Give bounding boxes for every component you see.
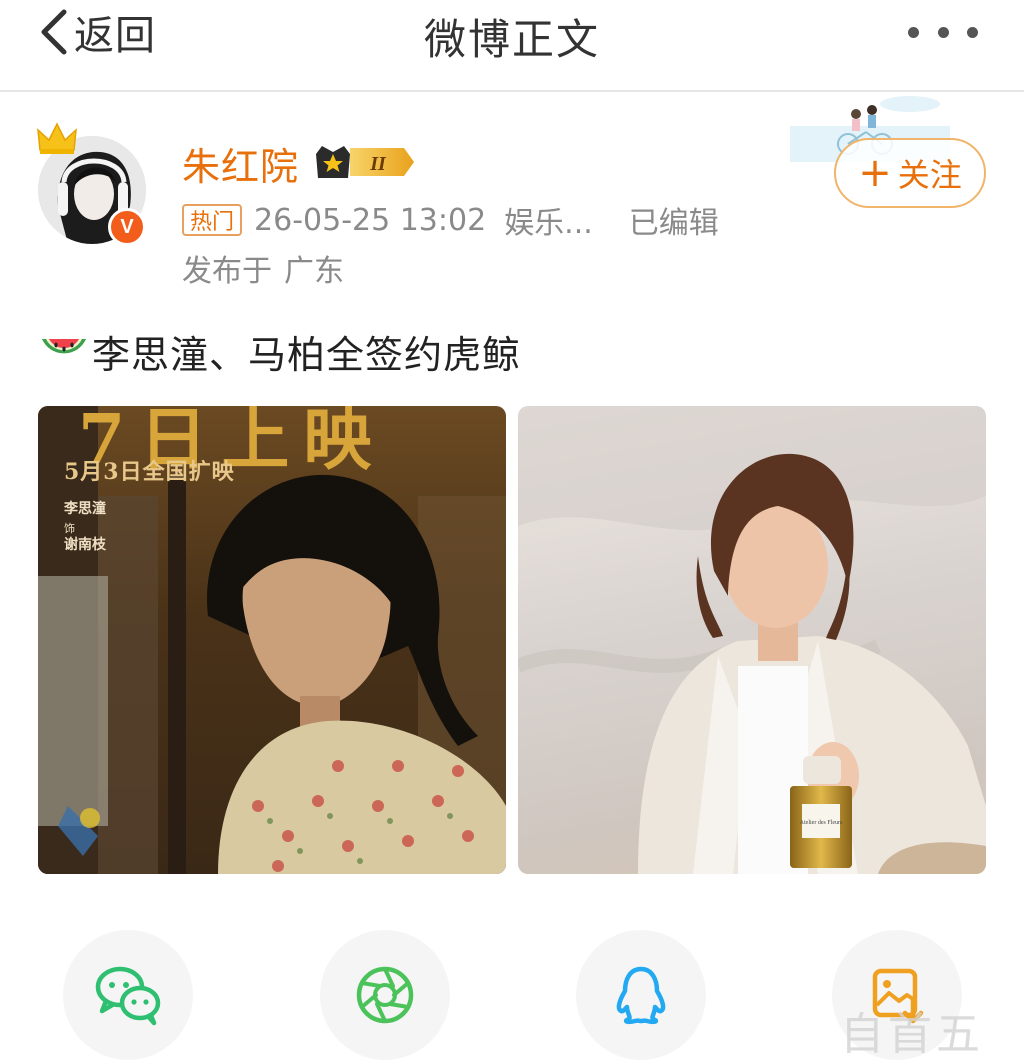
follow-label: 关注 — [897, 156, 962, 194]
poster-role: 谢南枝 — [64, 537, 106, 553]
author-name[interactable]: 朱红院 — [182, 136, 299, 191]
page-title: 微博正文 — [423, 15, 600, 64]
share-moments-button[interactable] — [320, 930, 450, 1060]
post-content: 李思潼、马柏全签约虎鲸 — [38, 324, 521, 378]
verified-badge: V — [108, 208, 146, 246]
wechat-icon — [95, 966, 161, 1026]
more-options-button[interactable] — [908, 20, 978, 44]
follow-button[interactable]: + 关注 — [834, 138, 986, 208]
navbar: 返回 微博正文 — [0, 0, 1024, 92]
more-dot-icon — [937, 26, 949, 38]
perfume-ad-illustration: Atelier des Fleurs — [518, 406, 986, 874]
poster-actor: 李思潼 — [64, 501, 106, 517]
save-image-button[interactable] — [832, 930, 962, 1060]
vip-level-number: II — [369, 153, 387, 175]
plus-icon: + — [858, 150, 892, 196]
poster-date: 5月3日全国扩映 — [64, 459, 235, 485]
post-location: 发布于 广东 — [182, 246, 344, 290]
post-image-1[interactable]: 7日上映 5月3日全国扩映 李思潼 饰 谢南枝 — [38, 406, 506, 874]
location-prefix: 发布于 — [182, 254, 272, 289]
post-time: 26-05-25 13:02 — [254, 202, 487, 238]
qq-icon — [616, 966, 666, 1025]
post-image-2[interactable]: Atelier des Fleurs — [518, 406, 986, 874]
moments-icon — [356, 966, 414, 1024]
crown-icon — [37, 122, 77, 154]
post-source[interactable]: 娱乐... — [504, 198, 593, 242]
perfume-bottle-label: Atelier des Fleurs — [800, 820, 843, 826]
author-avatar[interactable]: V — [36, 120, 152, 250]
edited-label[interactable]: 已编辑 — [629, 198, 719, 242]
save-image-icon — [872, 968, 924, 1024]
more-dot-icon — [967, 26, 978, 38]
location-value: 广东 — [284, 254, 344, 289]
vip-level-badge: II — [316, 146, 414, 178]
share-row — [0, 930, 1024, 1063]
share-qq-button[interactable] — [576, 930, 706, 1060]
more-dot-icon — [908, 26, 919, 38]
post-meta: 热门 26-05-25 13:02 娱乐... 已编辑 — [182, 198, 719, 242]
post-text: 李思潼、马柏全签约虎鲸 — [92, 332, 522, 377]
hot-badge: 热门 — [182, 204, 243, 236]
watermelon-icon — [42, 339, 86, 354]
share-wechat-button[interactable] — [63, 930, 193, 1060]
